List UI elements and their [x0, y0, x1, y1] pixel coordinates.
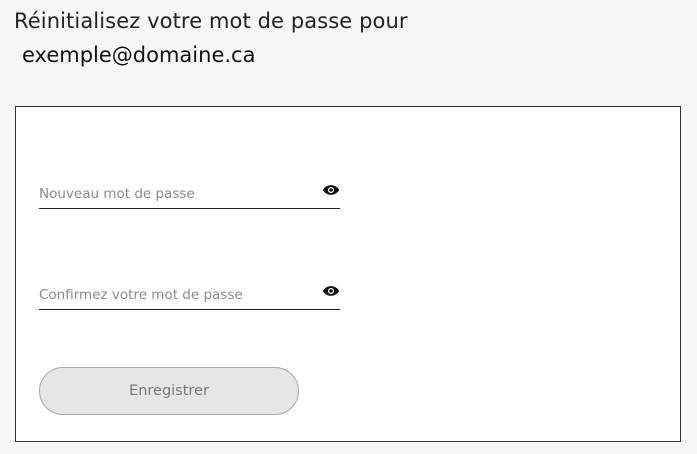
page-title: Réinitialisez votre mot de passe pour: [14, 9, 408, 33]
save-button[interactable]: Enregistrer: [39, 367, 299, 415]
eye-icon[interactable]: [322, 285, 340, 297]
account-email: exemple@domaine.ca: [22, 43, 256, 67]
confirm-password-field: [39, 281, 340, 310]
new-password-field: [39, 180, 340, 209]
eye-icon[interactable]: [322, 184, 340, 196]
new-password-input[interactable]: [39, 186, 309, 202]
reset-password-form: Enregistrer: [15, 106, 681, 442]
confirm-password-input[interactable]: [39, 287, 309, 303]
